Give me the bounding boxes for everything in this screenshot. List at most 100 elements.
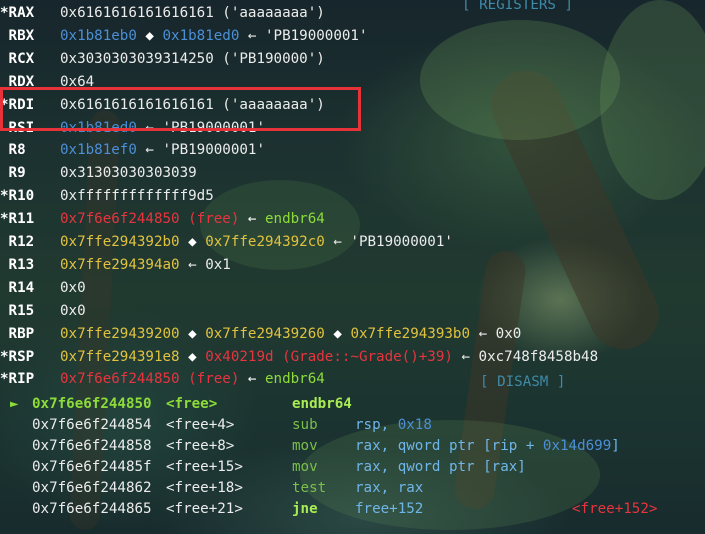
value-part: 0x7f6e6f244850 (free)	[60, 211, 240, 228]
disasm-current-row: ► 0x7f6e6f244850 <free> endbr64	[0, 393, 705, 415]
instruction-mnemonic: mov	[292, 459, 318, 475]
register-row-rsi: RSI 0x1b81ed0 ← 'PB19000001'	[0, 117, 265, 139]
register-value: 0x1b81eb0 ◆ 0x1b81ed0 ← 'PB19000001'	[60, 25, 368, 47]
register-name: R13	[8, 256, 35, 273]
register-value: 0x31303030303039	[60, 162, 197, 184]
register-value: 0x0	[60, 277, 86, 299]
register-name: R10	[8, 188, 35, 205]
changed-marker: *	[0, 371, 9, 388]
register-name: R15	[8, 302, 35, 319]
changed-marker	[0, 280, 9, 296]
changed-marker: *	[0, 96, 9, 113]
value-part: 0x6161616161616161 ('aaaaaaaa')	[60, 5, 325, 21]
register-row-r13: R13 0x7ffe294394a0 ← 0x1	[0, 254, 231, 276]
register-value: 0x7ffe29439200 ◆ 0x7ffe29439260 ◆ 0x7ffe…	[60, 323, 521, 345]
operand-part: ]	[611, 438, 620, 454]
instruction-mnemonic: test	[292, 480, 327, 496]
register-name: RSP	[8, 348, 35, 365]
operand-part: 0x14d699	[542, 438, 612, 454]
register-row-rbx: RBX 0x1b81eb0 ◆ 0x1b81ed0 ← 'PB19000001'	[0, 25, 368, 47]
pointer-arrow: ←	[239, 371, 265, 388]
register-value: 0x6161616161616161 ('aaaaaaaa')	[60, 2, 325, 24]
value-part: ← 0x0	[470, 325, 522, 342]
changed-marker	[0, 303, 9, 319]
instruction-symbol: <free+8>	[166, 438, 235, 454]
register-value: 0x7ffe294391e8 ◆ 0x40219d (Grade::~Grade…	[60, 346, 598, 368]
instruction-symbol: <free+15>	[166, 459, 243, 475]
disasm-row: 0x7f6e6f244854 <free+4> sub rsp, 0x18	[0, 414, 705, 436]
instruction-address: 0x7f6e6f244850	[32, 396, 152, 412]
register-name: RAX	[8, 5, 35, 21]
value-part: 0x0	[60, 302, 86, 319]
instruction-operands: rsp, 0x18	[355, 414, 432, 436]
value-part: 0x1b81ed0	[162, 27, 240, 44]
pointer-arrow: ◆	[179, 325, 206, 342]
changed-marker	[0, 28, 9, 44]
branch-target: <free+152>	[572, 501, 658, 517]
value-part: 0x3030303039314250 ('PB190000')	[60, 50, 325, 67]
instruction-mnemonic: mov	[292, 438, 318, 454]
value-part: 0x6161616161616161 ('aaaaaaaa')	[60, 96, 325, 113]
register-name: R14	[8, 279, 35, 296]
changed-marker: *	[0, 348, 9, 365]
operand-part: 0x18	[397, 417, 432, 433]
register-name: RBX	[8, 27, 35, 44]
value-part: ← 'PB19000001'	[136, 119, 265, 136]
register-row-rcx: RCX 0x3030303039314250 ('PB190000')	[0, 48, 325, 70]
register-name: R12	[8, 234, 35, 250]
disasm-row: 0x7f6e6f24485f <free+15> mov rax, qword ptr…	[0, 456, 705, 478]
instruction-address: 0x7f6e6f24485f	[32, 459, 152, 475]
value-part: 0x1b81eb0	[60, 27, 137, 44]
value-part: 0x7ffe29439200	[60, 325, 180, 342]
register-row-rbp: RBP 0x7ffe29439200 ◆ 0x7ffe29439260 ◆ 0x7…	[0, 323, 522, 345]
changed-marker	[0, 142, 9, 158]
register-row-r11: *R11 0x7f6e6f244850 (free) ← endbr64	[0, 208, 325, 230]
register-row-r10: *R10 0xfffffffffffff9d5	[0, 185, 214, 207]
changed-marker	[0, 234, 9, 250]
value-part: endbr64	[265, 371, 325, 388]
register-name: R9	[8, 165, 26, 182]
value-part: 0xfffffffffffff9d5	[60, 188, 214, 205]
value-part: 0x1b81ef0	[60, 142, 137, 159]
register-value: 0x7ffe294392b0 ◆ 0x7ffe294392c0 ← 'PB190…	[60, 231, 453, 253]
instruction-address: 0x7f6e6f244858	[32, 438, 152, 454]
changed-marker	[0, 165, 9, 181]
instruction-mnemonic: sub	[292, 417, 318, 433]
register-row-rax: *RAX 0x6161616161616161 ('aaaaaaaa')	[0, 2, 325, 24]
value-part: ← 0x1	[179, 256, 231, 273]
changed-marker	[0, 51, 9, 67]
changed-marker	[0, 257, 9, 273]
register-value: 0x1b81ef0 ← 'PB19000001'	[60, 139, 265, 161]
register-name: RBP	[8, 325, 35, 342]
register-name: R11	[8, 211, 35, 228]
terminal-pane[interactable]: [ REGISTERS ] *RAX 0x6161616161616161 ('a…	[0, 0, 705, 534]
value-part: 0x0	[60, 279, 86, 296]
operand-part: rax, qword ptr [rip +	[355, 438, 543, 454]
disasm-row: 0x7f6e6f244865 <free+21> jne free+152 <free+…	[0, 498, 705, 520]
register-name: RDI	[8, 96, 35, 113]
value-part: 0x7ffe294392b0	[60, 234, 180, 250]
pointer-arrow: ◆	[179, 234, 206, 250]
changed-marker: *	[0, 5, 9, 21]
changed-marker: *	[0, 188, 9, 205]
value-part: 0x1b81ed0	[60, 119, 137, 136]
value-part: 0x7ffe294392c0	[205, 234, 325, 250]
operand-part: rsp,	[355, 417, 398, 433]
instruction-symbol: <free+4>	[166, 417, 235, 433]
registers-header: [ REGISTERS ]	[462, 0, 574, 13]
current-instruction-arrow-icon: ►	[10, 396, 19, 412]
instruction-address: 0x7f6e6f244862	[32, 480, 152, 496]
register-row-r12: R12 0x7ffe294392b0 ◆ 0x7ffe294392c0 ← 'PB…	[0, 231, 453, 253]
instruction-symbol: <free+21>	[166, 501, 243, 517]
changed-marker: *	[0, 211, 9, 228]
instruction-operands: free+152	[355, 498, 423, 520]
register-name: RIP	[8, 371, 35, 388]
value-part: 0x7ffe294391e8	[60, 348, 180, 365]
register-row-rdx: RDX 0x64	[0, 71, 95, 93]
pointer-arrow: ←	[239, 211, 265, 228]
instruction-operands: rax, rax	[355, 477, 423, 499]
value-part: 0x7ffe29439260	[205, 325, 325, 342]
register-row-rip: *RIP 0x7f6e6f244850 (free) ← endbr64	[0, 368, 325, 390]
value-part: ← 'PB19000001'	[136, 142, 265, 159]
value-part: ← 0xc748f8458b48	[452, 348, 599, 365]
